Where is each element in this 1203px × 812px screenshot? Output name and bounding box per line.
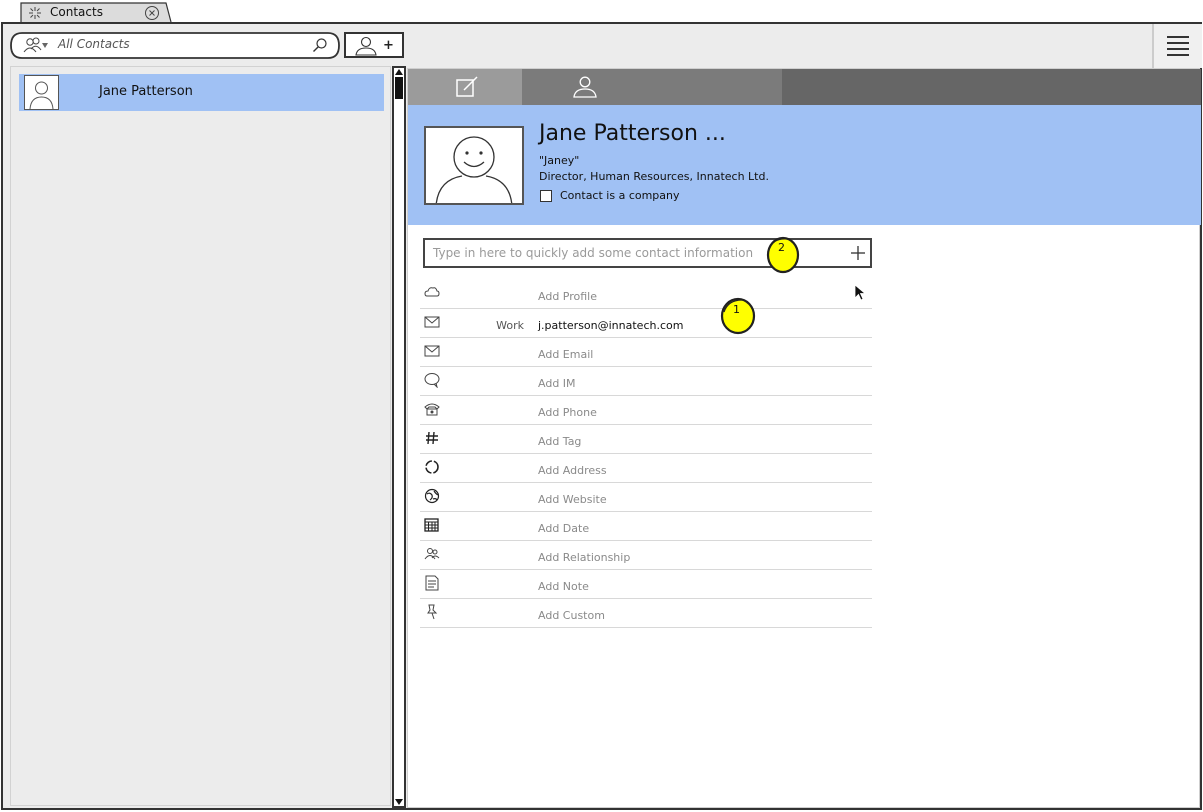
- field-row[interactable]: Add Website: [420, 483, 872, 512]
- company-checkbox[interactable]: [540, 190, 552, 202]
- field-row[interactable]: Add Relationship: [420, 541, 872, 570]
- envelope-icon: [424, 316, 440, 328]
- hamburger-icon: [1167, 36, 1189, 56]
- field-value[interactable]: j.patterson@innatech.com: [538, 319, 683, 332]
- field-row[interactable]: Add Custom: [420, 599, 872, 628]
- telephone-icon: [424, 403, 440, 416]
- field-add-link[interactable]: Add Tag: [538, 435, 581, 448]
- details-tabbar: [408, 69, 1201, 105]
- company-checkbox-label: Contact is a company: [560, 189, 680, 202]
- smiley-face-icon: [435, 136, 513, 203]
- note-icon: [425, 575, 439, 591]
- field-row[interactable]: Add IM: [420, 367, 872, 396]
- annotation-number: 1: [733, 303, 740, 316]
- pin-icon: [427, 604, 438, 620]
- annotation-number: 2: [778, 241, 785, 254]
- app-window: All Contacts + Jane Patterson Jane Patte…: [1, 22, 1202, 810]
- avatar-icon: [29, 81, 54, 110]
- scroll-up-icon[interactable]: [395, 68, 403, 75]
- list-item[interactable]: Jane Patterson: [19, 74, 384, 111]
- tab-label: Contacts: [50, 5, 103, 19]
- list-item-name: Jane Patterson: [99, 84, 193, 99]
- field-add-link[interactable]: Add Phone: [538, 406, 597, 419]
- contact-nickname[interactable]: "Janey": [539, 154, 579, 167]
- field-add-link[interactable]: Add Address: [538, 464, 607, 477]
- relationship-icon: [424, 548, 440, 560]
- mouse-cursor-icon: [854, 284, 867, 301]
- field-label: Work: [496, 319, 524, 332]
- field-add-link[interactable]: Add Profile: [538, 290, 597, 303]
- person-add-icon: [355, 36, 377, 56]
- magnifier-icon[interactable]: [312, 37, 328, 53]
- quick-add-placeholder: Type in here to quickly add some contact…: [433, 246, 754, 260]
- globe-icon: [424, 488, 440, 504]
- list-scrollbar[interactable]: [392, 66, 406, 808]
- menu-button[interactable]: [1152, 24, 1202, 68]
- envelope-icon: [424, 345, 440, 357]
- avatar: [24, 75, 59, 110]
- field-add-link[interactable]: Add Website: [538, 493, 607, 506]
- field-row[interactable]: Add Phone: [420, 396, 872, 425]
- scroll-down-icon[interactable]: [395, 799, 403, 806]
- field-add-link[interactable]: Add IM: [538, 377, 576, 390]
- field-row[interactable]: Add Profile: [420, 280, 872, 309]
- scroll-thumb[interactable]: [395, 77, 403, 99]
- contact-photo[interactable]: [424, 126, 524, 205]
- hash-icon: [426, 431, 438, 445]
- field-row[interactable]: Work j.patterson@innatech.com: [420, 309, 872, 338]
- contact-details: Jane Patterson ... "Janey" Director, Hum…: [407, 68, 1201, 808]
- field-add-link[interactable]: Add Email: [538, 348, 593, 361]
- contact-list: Jane Patterson: [10, 66, 391, 806]
- plus-icon[interactable]: [851, 246, 865, 260]
- calendar-icon: [424, 518, 439, 532]
- field-row[interactable]: Add Tag: [420, 425, 872, 454]
- annotation-marker-1: 1: [718, 296, 758, 340]
- field-row[interactable]: Add Email: [420, 338, 872, 367]
- tab-person[interactable]: [522, 69, 782, 105]
- search-box[interactable]: All Contacts: [10, 32, 340, 59]
- cloud-icon: [424, 287, 440, 297]
- location-circle-icon: [425, 460, 439, 474]
- edit-icon: [456, 76, 478, 97]
- field-row[interactable]: Add Note: [420, 570, 872, 599]
- contact-name[interactable]: Jane Patterson ...: [539, 121, 726, 146]
- close-circle-icon[interactable]: [144, 5, 160, 21]
- marker-circle: [720, 297, 756, 335]
- contact-header: Jane Patterson ... "Janey" Director, Hum…: [408, 105, 1201, 225]
- contact-fields: Add Profile Work j.patterson@innatech.com A…: [420, 280, 872, 628]
- search-input[interactable]: All Contacts: [58, 37, 130, 51]
- field-add-link[interactable]: Add Date: [538, 522, 589, 535]
- people-filter-icon[interactable]: [23, 37, 49, 54]
- contacts-tab[interactable]: Contacts: [20, 2, 172, 23]
- annotation-marker-2: 2: [764, 235, 804, 279]
- tab-edit[interactable]: [408, 69, 522, 105]
- person-icon: [573, 76, 597, 98]
- field-add-link[interactable]: Add Relationship: [538, 551, 630, 564]
- quick-add-input[interactable]: Type in here to quickly add some contact…: [423, 238, 872, 268]
- field-row[interactable]: Add Date: [420, 512, 872, 541]
- chat-bubble-icon: [424, 373, 440, 388]
- field-add-link[interactable]: Add Custom: [538, 609, 605, 622]
- field-add-link[interactable]: Add Note: [538, 580, 589, 593]
- add-contact-plus: +: [383, 38, 394, 53]
- contact-job[interactable]: Director, Human Resources, Innatech Ltd.: [539, 170, 769, 183]
- sparkle-icon: [29, 7, 41, 19]
- add-contact-button[interactable]: +: [344, 32, 404, 58]
- field-row[interactable]: Add Address: [420, 454, 872, 483]
